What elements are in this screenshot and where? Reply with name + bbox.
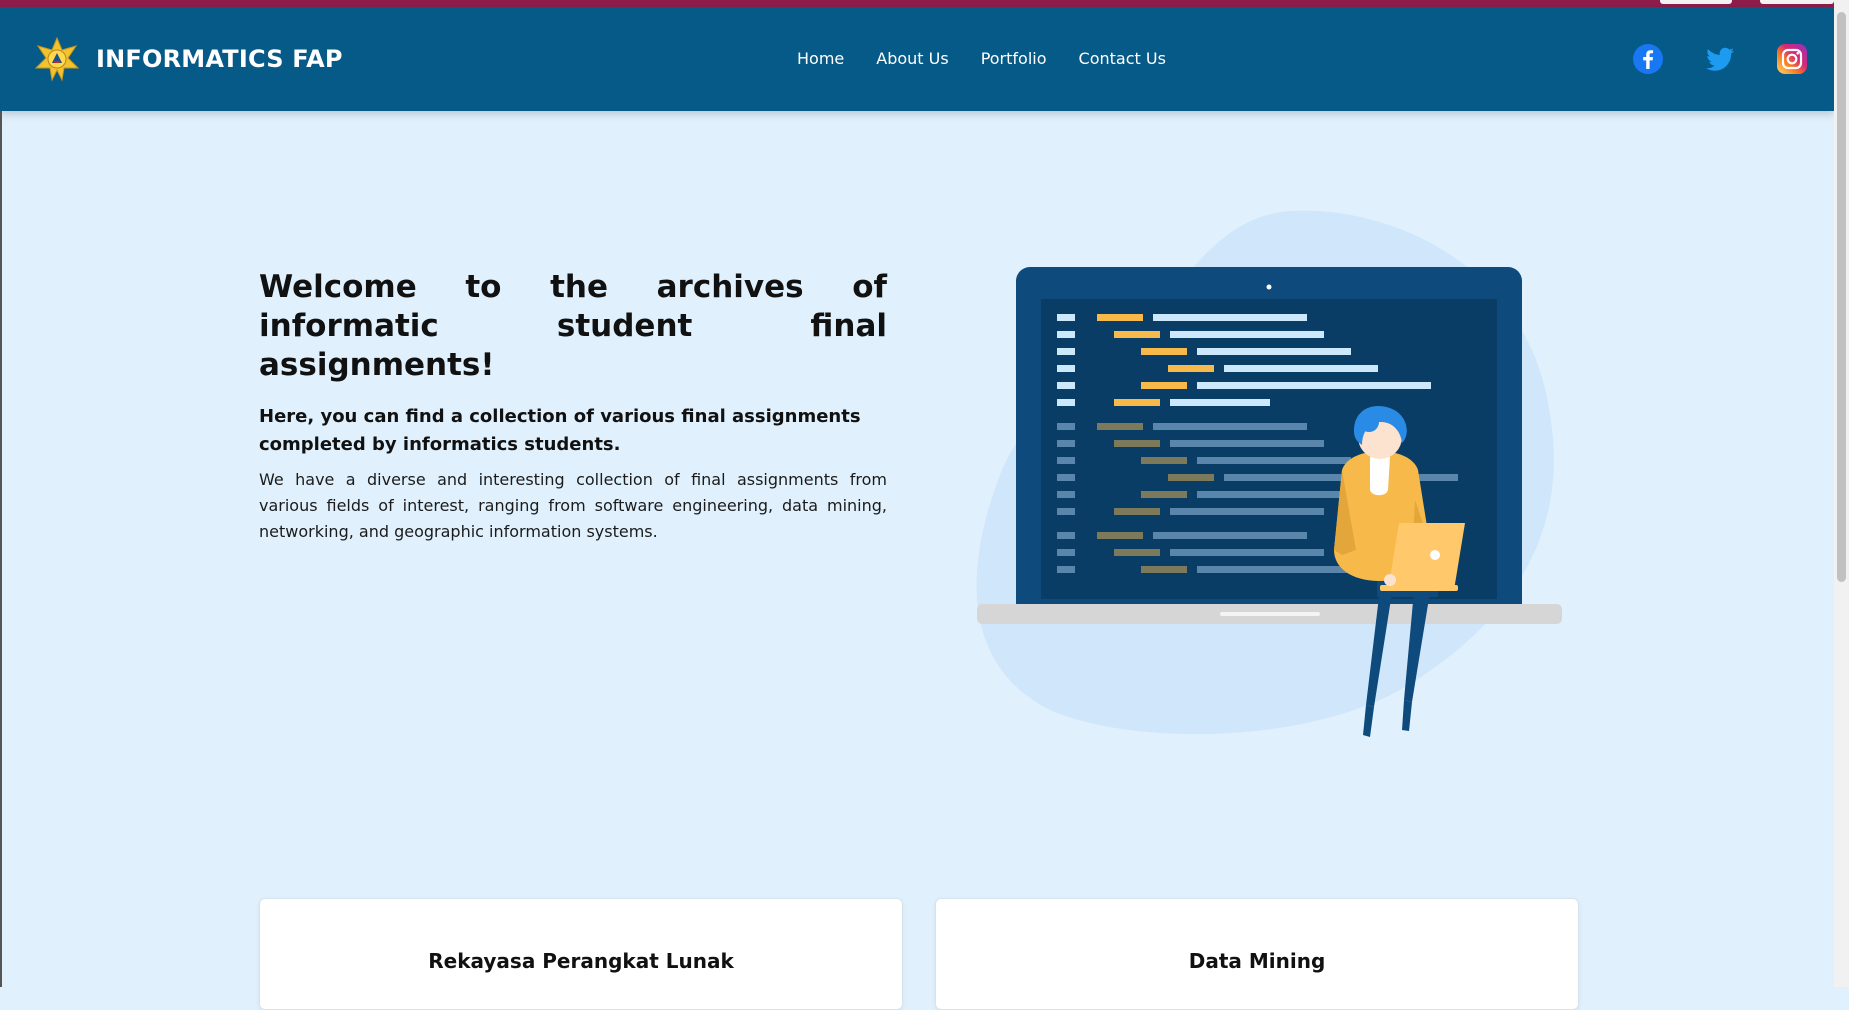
- hero-illustration: [976, 210, 1562, 737]
- university-emblem-icon: [34, 36, 80, 82]
- browser-top-strip: [0, 0, 1849, 7]
- instagram-icon[interactable]: [1776, 43, 1808, 75]
- browser-tab[interactable]: [1760, 0, 1834, 4]
- hero-section: Welcome to the archives of informatic st…: [259, 268, 887, 545]
- navbar: INFORMATICS FAP Home About Us Portfolio …: [0, 7, 1834, 111]
- nav-home[interactable]: Home: [797, 49, 844, 68]
- hero-title: Welcome to the archives of informatic st…: [259, 269, 887, 383]
- scrollbar-thumb[interactable]: [1837, 12, 1846, 582]
- twitter-icon[interactable]: [1704, 43, 1736, 75]
- category-card[interactable]: Rekayasa Perangkat Lunak: [259, 898, 903, 1010]
- brand-link[interactable]: INFORMATICS FAP: [34, 36, 343, 82]
- social-links: [1632, 43, 1808, 75]
- card-title: Rekayasa Perangkat Lunak: [428, 949, 734, 973]
- category-card[interactable]: Data Mining: [935, 898, 1579, 1010]
- browser-tab[interactable]: [1660, 0, 1732, 4]
- nav-contact-us[interactable]: Contact Us: [1079, 49, 1166, 68]
- main-nav: Home About Us Portfolio Contact Us: [797, 49, 1166, 68]
- facebook-icon[interactable]: [1632, 43, 1664, 75]
- brand-name: INFORMATICS FAP: [96, 45, 343, 73]
- hero-description: We have a diverse and interesting collec…: [259, 470, 887, 541]
- nav-about-us[interactable]: About Us: [876, 49, 948, 68]
- nav-portfolio[interactable]: Portfolio: [981, 49, 1047, 68]
- page-scrollbar[interactable]: [1834, 0, 1849, 987]
- page-edge: [0, 111, 2, 987]
- hero-subtitle: Here, you can find a collection of vario…: [259, 406, 861, 455]
- card-title: Data Mining: [1188, 949, 1326, 973]
